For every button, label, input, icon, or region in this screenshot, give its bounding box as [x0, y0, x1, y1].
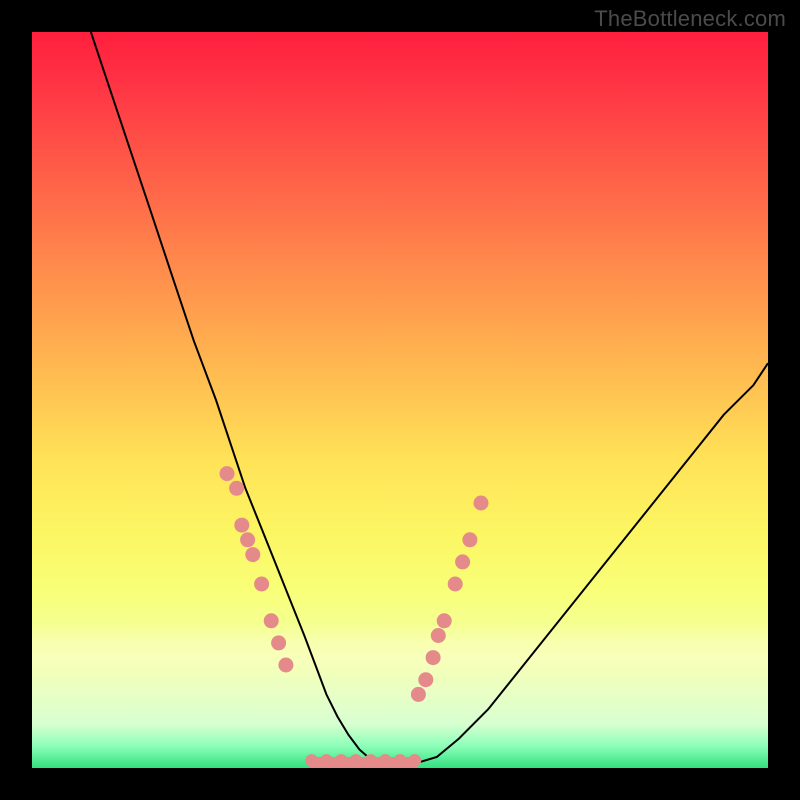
- data-point: [431, 628, 446, 643]
- data-point: [364, 754, 377, 767]
- data-point: [278, 658, 293, 673]
- data-point: [455, 554, 470, 569]
- data-point: [426, 650, 441, 665]
- data-point: [245, 547, 260, 562]
- data-point: [418, 672, 433, 687]
- data-point: [411, 687, 426, 702]
- data-point: [474, 496, 489, 511]
- data-point: [240, 532, 255, 547]
- data-point: [305, 754, 318, 767]
- data-point: [394, 754, 407, 767]
- plot-area: [32, 32, 768, 768]
- outer-frame: TheBottleneck.com: [0, 0, 800, 800]
- data-point: [448, 577, 463, 592]
- data-point: [320, 754, 333, 767]
- data-point: [229, 481, 244, 496]
- data-point: [220, 466, 235, 481]
- data-point: [254, 577, 269, 592]
- right-point-cluster: [411, 496, 489, 702]
- data-point: [271, 635, 286, 650]
- data-point: [462, 532, 477, 547]
- data-point: [335, 754, 348, 767]
- data-point: [408, 754, 421, 767]
- chart-svg: [32, 32, 768, 768]
- data-point: [349, 754, 362, 767]
- left-point-cluster: [220, 466, 294, 672]
- data-point: [379, 754, 392, 767]
- attribution-text: TheBottleneck.com: [594, 6, 786, 32]
- data-point: [437, 613, 452, 628]
- data-point: [234, 518, 249, 533]
- data-point: [264, 613, 279, 628]
